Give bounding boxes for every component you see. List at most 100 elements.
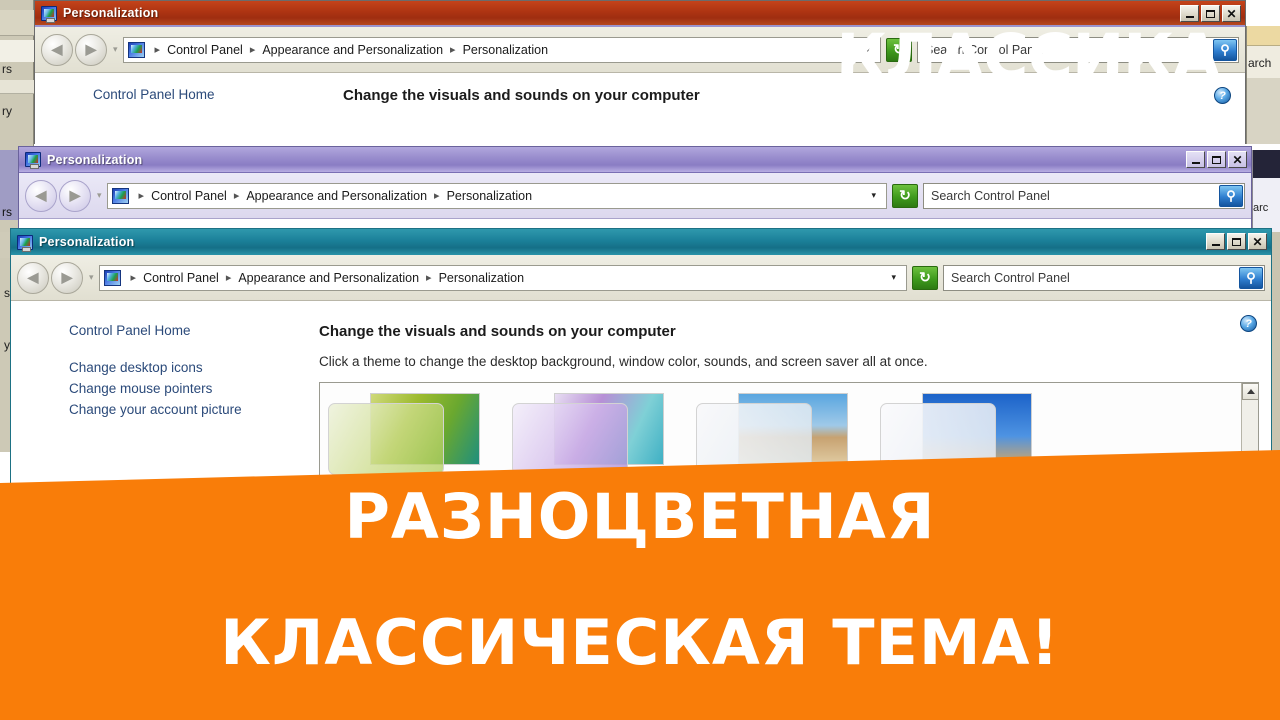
close-icon: ✕ [1252, 234, 1263, 249]
personalization-window-teal[interactable]: Personalization ✕ ◀ ▶ ▾ ▸ Control Panel … [10, 228, 1272, 522]
window-title: Personalization [47, 152, 143, 167]
refresh-icon: ↻ [919, 269, 931, 285]
crumb-caret-icon-0[interactable]: ▸ [148, 43, 168, 56]
background-text-right-a: arch [1248, 56, 1272, 70]
window-controls[interactable]: ✕ [1186, 151, 1247, 168]
nav-history-caret-icon[interactable]: ▾ [89, 272, 94, 283]
address-dropdown-icon[interactable]: ▾ [883, 272, 904, 283]
address-app-icon [127, 41, 145, 58]
personalization-app-icon [25, 152, 41, 169]
back-button[interactable]: ◀ [17, 261, 49, 294]
crumb-caret-icon-1[interactable]: ▸ [227, 189, 247, 202]
scroll-up-button[interactable] [1242, 383, 1258, 400]
close-button[interactable]: ✕ [1248, 233, 1267, 250]
close-button[interactable]: ✕ [1222, 5, 1241, 22]
help-icon[interactable]: ? [1240, 315, 1257, 332]
forward-button[interactable]: ▶ [59, 179, 91, 212]
navigation-bar-purple[interactable]: ◀ ▶ ▾ ▸ Control Panel ▸ Appearance and P… [19, 173, 1251, 219]
breadcrumb-control-panel[interactable]: Control Panel [143, 271, 219, 285]
minimize-button[interactable] [1186, 151, 1205, 168]
personalization-app-icon [17, 234, 33, 252]
back-arrow-icon: ◀ [35, 187, 47, 203]
sidebar-item-control-panel-home[interactable]: Control Panel Home [93, 87, 335, 102]
theme-item-green[interactable] [328, 393, 486, 479]
close-button[interactable]: ✕ [1228, 151, 1247, 168]
overlay-klassika-text: КЛАССИКА [835, 20, 1221, 93]
breadcrumb-control-panel[interactable]: Control Panel [167, 43, 243, 57]
chevron-up-icon [1246, 389, 1255, 394]
theme-thumbnail-front [512, 403, 628, 475]
sidebar-red[interactable]: Control Panel Home [35, 73, 335, 145]
crumb-caret-icon-2[interactable]: ▸ [427, 189, 447, 202]
search-box[interactable]: Search Control Panel ⚲ [923, 182, 1245, 209]
breadcrumb-personalization[interactable]: Personalization [439, 271, 524, 285]
crumb-caret-icon-0[interactable]: ▸ [124, 271, 144, 284]
personalization-window-purple[interactable]: Personalization ✕ ◀ ▶ ▾ ▸ Control Panel … [18, 146, 1252, 238]
personalization-app-icon [41, 5, 57, 23]
search-icon[interactable]: ⚲ [1219, 184, 1243, 207]
search-input[interactable]: Search Control Panel [951, 271, 1239, 285]
search-icon[interactable]: ⚲ [1239, 266, 1263, 289]
sidebar-item-change-desktop-icons[interactable]: Change desktop icons [69, 360, 311, 375]
titlebar-purple[interactable]: Personalization ✕ [19, 147, 1251, 173]
back-button[interactable]: ◀ [25, 179, 57, 212]
refresh-button[interactable]: ↻ [912, 265, 938, 290]
window-controls[interactable]: ✕ [1206, 233, 1267, 250]
back-arrow-icon: ◀ [51, 41, 63, 57]
page-subtitle: Click a theme to change the desktop back… [319, 354, 928, 369]
crumb-caret-icon-2[interactable]: ▸ [419, 271, 439, 284]
forward-arrow-icon: ▶ [61, 269, 73, 285]
navigation-bar-teal[interactable]: ◀ ▶ ▾ ▸ Control Panel ▸ Appearance and P… [11, 255, 1271, 301]
back-arrow-icon: ◀ [27, 269, 39, 285]
breadcrumb-appearance[interactable]: Appearance and Personalization [262, 43, 443, 57]
breadcrumb-personalization[interactable]: Personalization [447, 189, 532, 203]
crumb-caret-icon-2[interactable]: ▸ [443, 43, 463, 56]
maximize-button[interactable] [1207, 151, 1226, 168]
breadcrumb-personalization[interactable]: Personalization [463, 43, 548, 57]
crumb-caret-icon-1[interactable]: ▸ [243, 43, 263, 56]
background-text-left-b: ry [2, 104, 12, 118]
nav-buttons[interactable]: ◀ ▶ [25, 179, 91, 212]
forward-button[interactable]: ▶ [51, 261, 83, 294]
sidebar-teal[interactable]: Control Panel Home Change desktop icons … [11, 301, 311, 489]
banner-line-2: КЛАССИЧЕСКАЯ ТЕМА! [220, 606, 1060, 679]
address-bar[interactable]: ▸ Control Panel ▸ Appearance and Persona… [106, 182, 887, 209]
breadcrumb-control-panel[interactable]: Control Panel [151, 189, 227, 203]
nav-history-caret-icon[interactable]: ▾ [97, 190, 102, 201]
refresh-button[interactable]: ↻ [892, 183, 918, 208]
background-text-left-a: rs [2, 62, 12, 76]
address-app-icon [103, 269, 121, 286]
address-dropdown-icon[interactable]: ▾ [863, 190, 884, 201]
page-title: Change the visuals and sounds on your co… [319, 323, 676, 340]
breadcrumb-appearance[interactable]: Appearance and Personalization [238, 271, 419, 285]
background-text-right-b: arc [1253, 202, 1269, 214]
sidebar-item-change-account-picture[interactable]: Change your account picture [69, 402, 311, 417]
titlebar-teal[interactable]: Personalization ✕ [11, 229, 1271, 255]
crumb-caret-icon-1[interactable]: ▸ [219, 271, 239, 284]
search-input[interactable]: Search Control Panel [931, 189, 1219, 203]
nav-history-caret-icon[interactable]: ▾ [113, 44, 118, 55]
back-button[interactable]: ◀ [41, 33, 73, 66]
close-icon: ✕ [1232, 152, 1243, 167]
search-box[interactable]: Search Control Panel ⚲ [943, 264, 1265, 291]
sidebar-item-control-panel-home[interactable]: Control Panel Home [69, 323, 311, 338]
maximize-button[interactable] [1227, 233, 1246, 250]
forward-arrow-icon: ▶ [69, 187, 81, 203]
address-bar[interactable]: ▸ Control Panel ▸ Appearance and Persona… [98, 264, 907, 291]
forward-arrow-icon: ▶ [85, 41, 97, 57]
sidebar-item-change-mouse-pointers[interactable]: Change mouse pointers [69, 381, 311, 396]
background-window-right-sliver-middle: arc [1252, 150, 1280, 232]
address-bar[interactable]: ▸ Control Panel ▸ Appearance and Persona… [122, 36, 881, 63]
background-text-left-a2: rs [2, 205, 12, 219]
window-title: Personalization [63, 6, 159, 20]
close-icon: ✕ [1226, 6, 1237, 21]
refresh-icon: ↻ [899, 187, 911, 203]
breadcrumb-appearance[interactable]: Appearance and Personalization [246, 189, 427, 203]
forward-button[interactable]: ▶ [75, 33, 107, 66]
banner-line-1: РАЗНОЦВЕТНАЯ [344, 480, 936, 553]
nav-buttons[interactable]: ◀ ▶ [17, 261, 83, 294]
minimize-button[interactable] [1206, 233, 1225, 250]
crumb-caret-icon-0[interactable]: ▸ [132, 189, 152, 202]
theme-item-purple[interactable] [512, 393, 670, 479]
nav-buttons[interactable]: ◀ ▶ [41, 33, 107, 66]
